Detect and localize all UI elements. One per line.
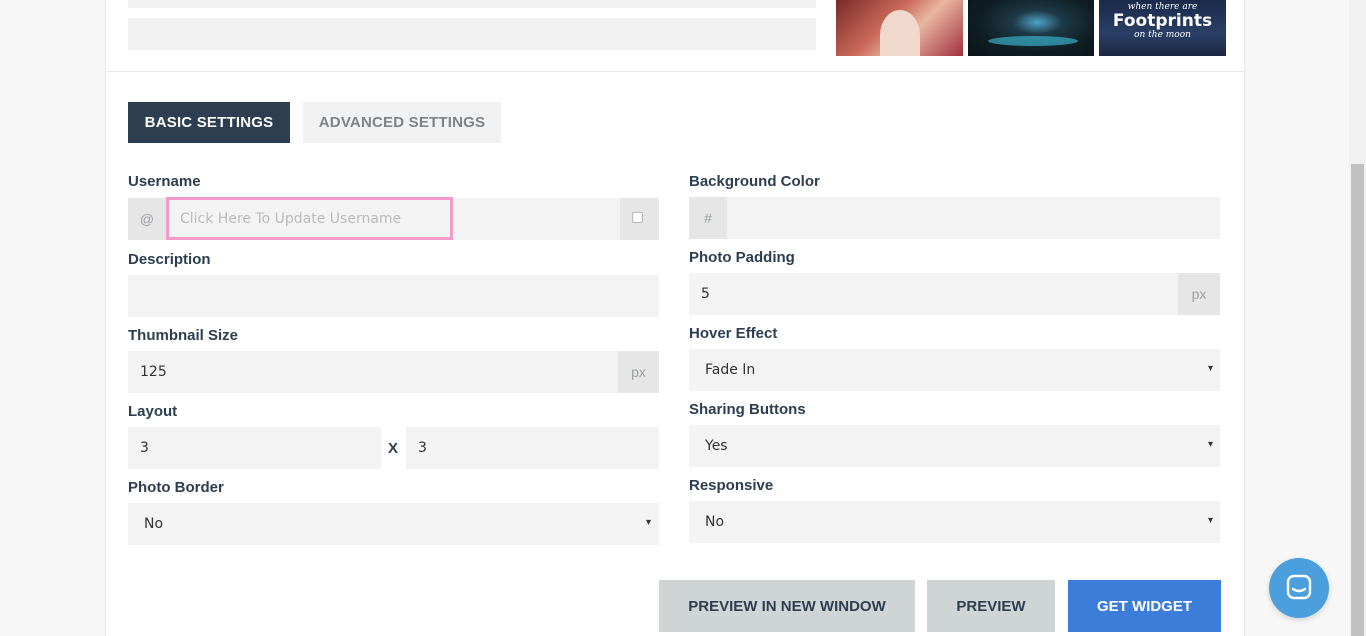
photo-padding-unit: px <box>1178 273 1220 315</box>
layout-columns-input[interactable] <box>128 427 381 469</box>
chat-icon <box>1286 574 1312 600</box>
top-input-field <box>128 18 816 50</box>
section-divider <box>106 71 1244 72</box>
photo-caption-line2: Footprints <box>1112 11 1213 31</box>
thumbnail-size-value: 125 <box>140 364 167 380</box>
photo-padding-input[interactable] <box>689 273 1178 315</box>
top-input-bar <box>128 0 816 8</box>
username-checkbox[interactable] <box>632 212 643 223</box>
thumbnail-size-input[interactable] <box>128 351 618 393</box>
layout-label: Layout <box>128 403 178 420</box>
sharing-buttons-label: Sharing Buttons <box>689 401 806 418</box>
username-label: Username <box>128 173 201 190</box>
photo-padding-label: Photo Padding <box>689 249 795 266</box>
hover-effect-value: Fade In <box>705 362 756 378</box>
photo-caption-line3: on the moon <box>1134 30 1191 40</box>
thumbnail-size-label: Thumbnail Size <box>128 327 239 344</box>
chevron-down-icon: ▾ <box>646 517 652 528</box>
background-color-prefix: # <box>689 197 727 239</box>
tab-advanced-settings[interactable]: ADVANCED SETTINGS <box>303 102 501 143</box>
get-widget-button[interactable]: GET WIDGET <box>1068 580 1221 632</box>
hover-effect-label: Hover Effect <box>689 325 778 342</box>
chevron-down-icon: ▾ <box>1208 363 1214 374</box>
photo-border-select[interactable] <box>128 503 659 545</box>
description-label: Description <box>128 251 211 268</box>
background-color-label: Background Color <box>689 173 820 190</box>
chevron-down-icon: ▾ <box>1208 515 1214 526</box>
chat-launcher-button[interactable] <box>1269 558 1329 618</box>
username-input[interactable]: Click Here To Update Username <box>166 197 453 240</box>
photo-border-value: No <box>144 516 164 532</box>
photo-subject <box>880 10 920 56</box>
preview-button[interactable]: PREVIEW <box>927 580 1055 632</box>
preview-new-window-button[interactable]: PREVIEW IN NEW WINDOW <box>659 580 915 632</box>
hover-effect-select[interactable] <box>689 349 1220 391</box>
thumbnail-size-unit: px <box>618 351 659 393</box>
description-input[interactable] <box>128 275 659 317</box>
responsive-value: No <box>705 514 725 530</box>
sharing-buttons-value: Yes <box>705 438 728 454</box>
responsive-label: Responsive <box>689 477 774 494</box>
layout-separator: X <box>388 440 399 457</box>
photo-glow <box>988 36 1078 46</box>
photo-border-label: Photo Border <box>128 479 224 496</box>
preview-photo-1[interactable] <box>836 0 963 56</box>
photo-padding-value: 5 <box>701 286 710 302</box>
username-prefix: @ <box>128 198 166 240</box>
preview-photo-2[interactable] <box>968 0 1094 56</box>
responsive-select[interactable] <box>689 501 1220 543</box>
background-color-input[interactable] <box>689 197 1220 239</box>
sharing-buttons-select[interactable] <box>689 425 1220 467</box>
layout-rows-value: 3 <box>418 440 427 456</box>
tab-basic-settings[interactable]: BASIC SETTINGS <box>128 102 290 143</box>
preview-photo-3[interactable]: when there are Footprints on the moon <box>1099 0 1226 56</box>
layout-columns-value: 3 <box>140 440 149 456</box>
layout-rows-input[interactable] <box>406 427 659 469</box>
chevron-down-icon: ▾ <box>1208 439 1214 450</box>
scrollbar-thumb[interactable] <box>1351 164 1364 636</box>
